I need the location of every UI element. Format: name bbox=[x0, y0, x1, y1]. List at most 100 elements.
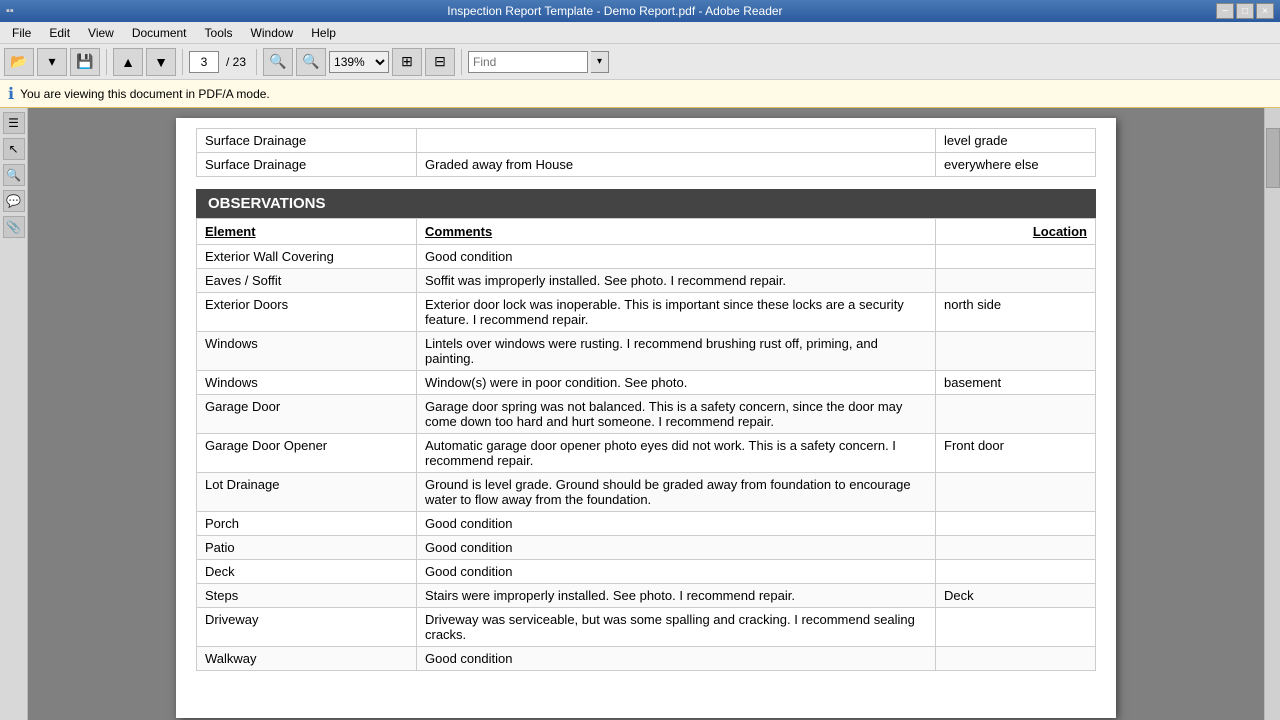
table-row: Driveway Driveway was serviceable, but w… bbox=[197, 608, 1096, 647]
observations-header: OBSERVATIONS bbox=[196, 189, 1096, 218]
comment-cell: Garage door spring was not balanced. Thi… bbox=[417, 395, 936, 434]
location-cell bbox=[936, 245, 1096, 269]
next-page-button[interactable]: ▼ bbox=[146, 48, 176, 76]
select-tool[interactable]: ↖ bbox=[3, 138, 25, 160]
location-cell bbox=[936, 269, 1096, 293]
comment-cell: Automatic garage door opener photo eyes … bbox=[417, 434, 936, 473]
toolbar: 📂 ▾ 💾 ▲ ▼ / 23 🔍 🔍 139% ⊞ ⊟ ▾ bbox=[0, 44, 1280, 80]
pdf-page: Surface Drainage level grade Surface Dra… bbox=[176, 118, 1116, 718]
table-row: Garage Door Opener Automatic garage door… bbox=[197, 434, 1096, 473]
comment-cell: Graded away from House bbox=[417, 153, 936, 177]
element-cell: Patio bbox=[197, 536, 417, 560]
open-button[interactable]: 📂 bbox=[4, 48, 34, 76]
element-cell: Deck bbox=[197, 560, 417, 584]
save-button[interactable]: 💾 bbox=[70, 48, 100, 76]
table-row: Exterior Doors Exterior door lock was in… bbox=[197, 293, 1096, 332]
zoom-select[interactable]: 139% bbox=[329, 51, 389, 73]
fit-width-button[interactable]: ⊟ bbox=[425, 48, 455, 76]
comment-cell: Good condition bbox=[417, 560, 936, 584]
recent-button[interactable]: ▾ bbox=[37, 48, 67, 76]
right-scrollbar[interactable] bbox=[1264, 108, 1280, 720]
menu-edit[interactable]: Edit bbox=[41, 24, 78, 42]
menu-window[interactable]: Window bbox=[243, 24, 302, 42]
separator-4 bbox=[461, 49, 462, 75]
location-cell: Front door bbox=[936, 434, 1096, 473]
table-row: Steps Stairs were improperly installed. … bbox=[197, 584, 1096, 608]
info-icon: ℹ bbox=[8, 84, 14, 104]
menu-document[interactable]: Document bbox=[124, 24, 195, 42]
left-panel: ☰ ↖ 🔍 💬 📎 bbox=[0, 108, 28, 720]
table-row: Walkway Good condition bbox=[197, 647, 1096, 671]
comment-cell: Lintels over windows were rusting. I rec… bbox=[417, 332, 936, 371]
pdf-area: Surface Drainage level grade Surface Dra… bbox=[28, 108, 1264, 720]
comment-cell: Good condition bbox=[417, 245, 936, 269]
title-bar-buttons[interactable]: − □ × bbox=[1216, 3, 1274, 19]
comment-cell: Good condition bbox=[417, 647, 936, 671]
location-cell bbox=[936, 560, 1096, 584]
table-row: Windows Window(s) were in poor condition… bbox=[197, 371, 1096, 395]
location-cell: everywhere else bbox=[936, 153, 1096, 177]
partial-table: Surface Drainage level grade Surface Dra… bbox=[196, 128, 1096, 177]
comment-cell: Exterior door lock was inoperable. This … bbox=[417, 293, 936, 332]
location-cell bbox=[936, 395, 1096, 434]
comment-cell: Driveway was serviceable, but was some s… bbox=[417, 608, 936, 647]
element-cell: Steps bbox=[197, 584, 417, 608]
menu-bar: File Edit View Document Tools Window Hel… bbox=[0, 22, 1280, 44]
table-row: Eaves / Soffit Soffit was improperly ins… bbox=[197, 269, 1096, 293]
element-cell: Walkway bbox=[197, 647, 417, 671]
info-text: You are viewing this document in PDF/A m… bbox=[20, 87, 270, 101]
location-cell bbox=[936, 536, 1096, 560]
restore-button[interactable]: □ bbox=[1236, 3, 1254, 19]
table-row: Surface Drainage Graded away from House … bbox=[197, 153, 1096, 177]
table-row: Surface Drainage level grade bbox=[197, 129, 1096, 153]
separator-3 bbox=[256, 49, 257, 75]
element-cell: Exterior Doors bbox=[197, 293, 417, 332]
element-cell: Porch bbox=[197, 512, 417, 536]
location-cell: level grade bbox=[936, 129, 1096, 153]
element-cell: Garage Door Opener bbox=[197, 434, 417, 473]
element-cell: Exterior Wall Covering bbox=[197, 245, 417, 269]
comment-cell bbox=[417, 129, 936, 153]
location-cell bbox=[936, 332, 1096, 371]
comment-tool[interactable]: 💬 bbox=[3, 190, 25, 212]
location-cell bbox=[936, 608, 1096, 647]
location-cell: basement bbox=[936, 371, 1096, 395]
scrollbar-thumb[interactable] bbox=[1266, 128, 1280, 188]
table-row: Patio Good condition bbox=[197, 536, 1096, 560]
find-input[interactable] bbox=[468, 51, 588, 73]
info-bar: ℹ You are viewing this document in PDF/A… bbox=[0, 80, 1280, 108]
comment-cell: Stairs were improperly installed. See ph… bbox=[417, 584, 936, 608]
col-location: Location bbox=[936, 219, 1096, 245]
close-button[interactable]: × bbox=[1256, 3, 1274, 19]
menu-tools[interactable]: Tools bbox=[197, 24, 241, 42]
location-cell: north side bbox=[936, 293, 1096, 332]
table-row: Deck Good condition bbox=[197, 560, 1096, 584]
element-cell: Eaves / Soffit bbox=[197, 269, 417, 293]
location-cell bbox=[936, 647, 1096, 671]
prev-page-button[interactable]: ▲ bbox=[113, 48, 143, 76]
comment-cell: Ground is level grade. Ground should be … bbox=[417, 473, 936, 512]
attach-tool[interactable]: 📎 bbox=[3, 216, 25, 238]
hand-tool[interactable]: ☰ bbox=[3, 112, 25, 134]
find-dropdown[interactable]: ▾ bbox=[591, 51, 609, 73]
table-row: Windows Lintels over windows were rustin… bbox=[197, 332, 1096, 371]
separator-1 bbox=[106, 49, 107, 75]
menu-file[interactable]: File bbox=[4, 24, 39, 42]
zoom-tool[interactable]: 🔍 bbox=[3, 164, 25, 186]
table-row: Lot Drainage Ground is level grade. Grou… bbox=[197, 473, 1096, 512]
title-bar-text: Inspection Report Template - Demo Report… bbox=[14, 4, 1216, 18]
page-number-input[interactable] bbox=[189, 51, 219, 73]
doc-content: Surface Drainage level grade Surface Dra… bbox=[176, 118, 1116, 681]
page-total: / 23 bbox=[222, 55, 250, 69]
fit-page-button[interactable]: ⊞ bbox=[392, 48, 422, 76]
menu-view[interactable]: View bbox=[80, 24, 122, 42]
col-element: Element bbox=[197, 219, 417, 245]
comment-cell: Good condition bbox=[417, 536, 936, 560]
menu-help[interactable]: Help bbox=[303, 24, 344, 42]
element-cell: Driveway bbox=[197, 608, 417, 647]
zoom-out-button[interactable]: 🔍 bbox=[263, 48, 293, 76]
location-cell bbox=[936, 473, 1096, 512]
zoom-in-button[interactable]: 🔍 bbox=[296, 48, 326, 76]
title-bar: ▪▪ Inspection Report Template - Demo Rep… bbox=[0, 0, 1280, 22]
minimize-button[interactable]: − bbox=[1216, 3, 1234, 19]
